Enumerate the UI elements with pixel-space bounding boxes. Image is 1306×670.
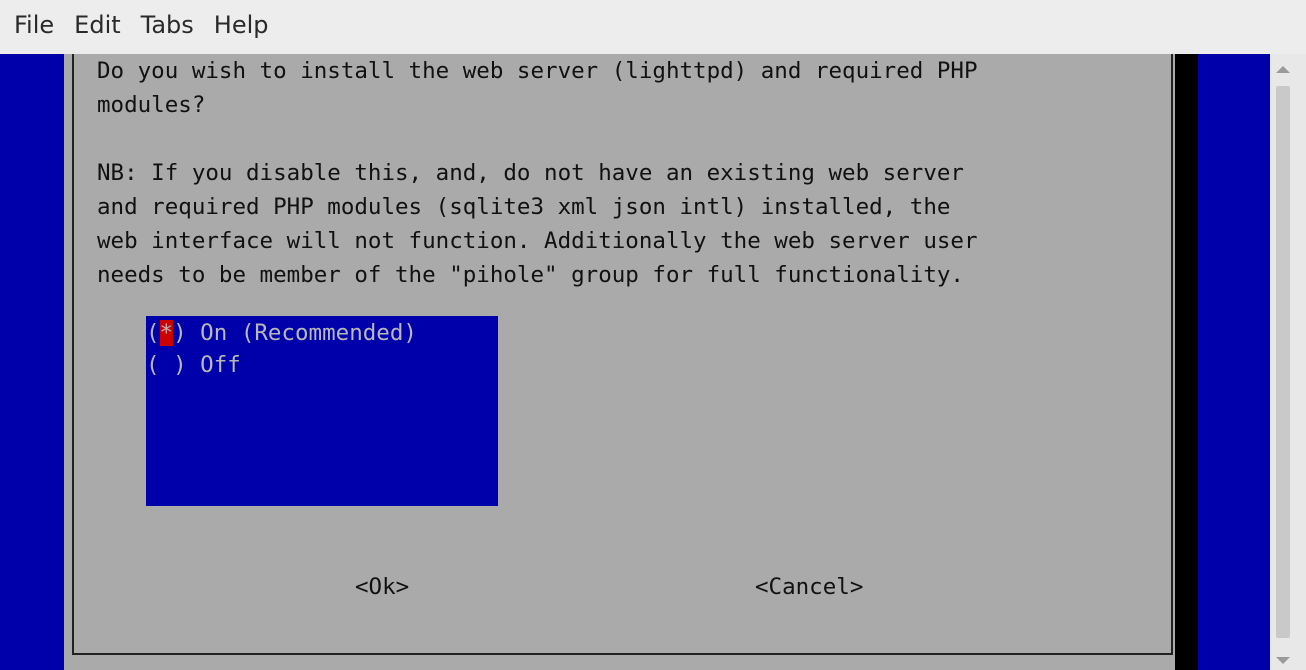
menu-edit[interactable]: Edit: [64, 0, 130, 50]
option-list: (*) On (Recommended) ( ) Off: [146, 316, 498, 506]
dialog-text-line-6: web interface will not function. Additio…: [97, 228, 978, 254]
ok-button[interactable]: <Ok>: [355, 570, 409, 604]
option-off-prefix: (: [146, 352, 160, 378]
dialog-text-line-2: modules?: [97, 92, 206, 118]
dialog-text-line-4: NB: If you disable this, and, do not hav…: [97, 160, 964, 186]
menu-help[interactable]: Help: [204, 0, 279, 50]
cancel-button[interactable]: <Cancel>: [755, 570, 863, 604]
option-off[interactable]: ( ) Off: [146, 348, 241, 382]
menu-bar: File Edit Tabs Help: [0, 0, 1306, 50]
dialog-text-line-1: Do you wish to install the web server (l…: [97, 58, 978, 84]
terminal-window: Do you wish to install the web server (l…: [0, 54, 1270, 670]
option-off-mark: [160, 352, 174, 378]
option-on-prefix: (: [146, 320, 160, 346]
option-on-selected-mark: *: [159, 320, 174, 346]
dialog-text-line-7: needs to be member of the "pihole" group…: [97, 262, 964, 288]
dialog-shadow: [1175, 54, 1198, 670]
option-on-label: ) On (Recommended): [173, 320, 417, 346]
option-on-recommended[interactable]: (*) On (Recommended): [146, 316, 417, 350]
vertical-scrollbar[interactable]: [1270, 54, 1306, 670]
menu-file[interactable]: File: [0, 0, 64, 50]
scrollbar-thumb[interactable]: [1276, 86, 1290, 638]
dialog-text-line-5: and required PHP modules (sqlite3 xml js…: [97, 194, 951, 220]
option-off-label: ) Off: [173, 352, 241, 378]
menu-tabs[interactable]: Tabs: [131, 0, 204, 50]
scroll-down-arrow-icon[interactable]: [1276, 657, 1290, 664]
scroll-up-arrow-icon[interactable]: [1276, 66, 1290, 73]
